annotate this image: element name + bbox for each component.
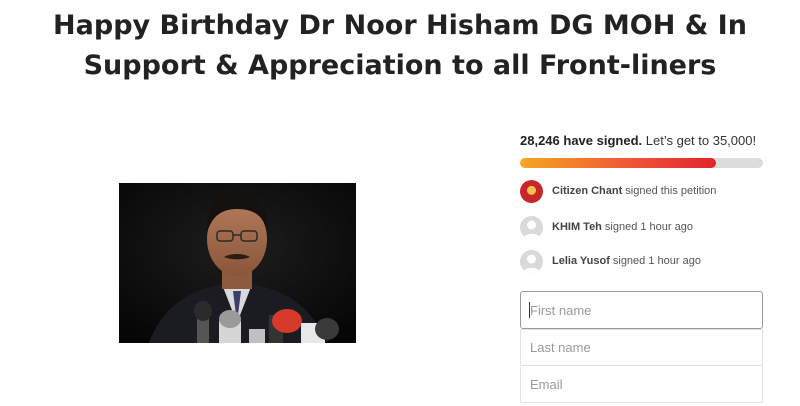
petition-title: Happy Birthday Dr Noor Hisham DG MOH & I… (40, 6, 760, 86)
signature-count-number: 28,246 have signed. (520, 133, 643, 148)
petition-title-line-2: Support & Appreciation to all Front-line… (83, 50, 717, 81)
email-field[interactable] (520, 366, 763, 403)
default-user-icon (520, 215, 543, 239)
signer-action: signed 1 hour ago (604, 221, 693, 233)
petition-title-line-1: Happy Birthday Dr Noor Hisham DG MOH & I… (53, 10, 747, 41)
first-name-field[interactable] (520, 291, 763, 329)
text-cursor (529, 302, 530, 318)
signature-progress-bar (520, 158, 763, 168)
sign-petition-form (520, 291, 763, 403)
signer-action: signed 1 hour ago (612, 255, 701, 267)
signature-goal: Let’s get to 35,000! (645, 133, 757, 148)
recent-signer: Lelia Yusof signed 1 hour ago (520, 249, 701, 273)
signer-name: Citizen Chant (552, 185, 623, 197)
signature-progress-fill (520, 158, 717, 168)
default-user-icon (520, 249, 543, 273)
signer-avatar-logo-icon (520, 179, 543, 203)
petition-photo (119, 183, 356, 343)
first-name-wrapper (520, 291, 763, 329)
signer-action: signed this petition (625, 185, 717, 197)
recent-signer: Citizen Chant signed this petition (520, 179, 716, 203)
last-name-field[interactable] (520, 329, 763, 366)
signature-count: 28,246 have signed. Let’s get to 35,000! (520, 133, 756, 148)
signer-name: KHIM Teh (552, 221, 602, 233)
signer-name: Lelia Yusof (552, 255, 610, 267)
recent-signer: KHIM Teh signed 1 hour ago (520, 215, 693, 239)
